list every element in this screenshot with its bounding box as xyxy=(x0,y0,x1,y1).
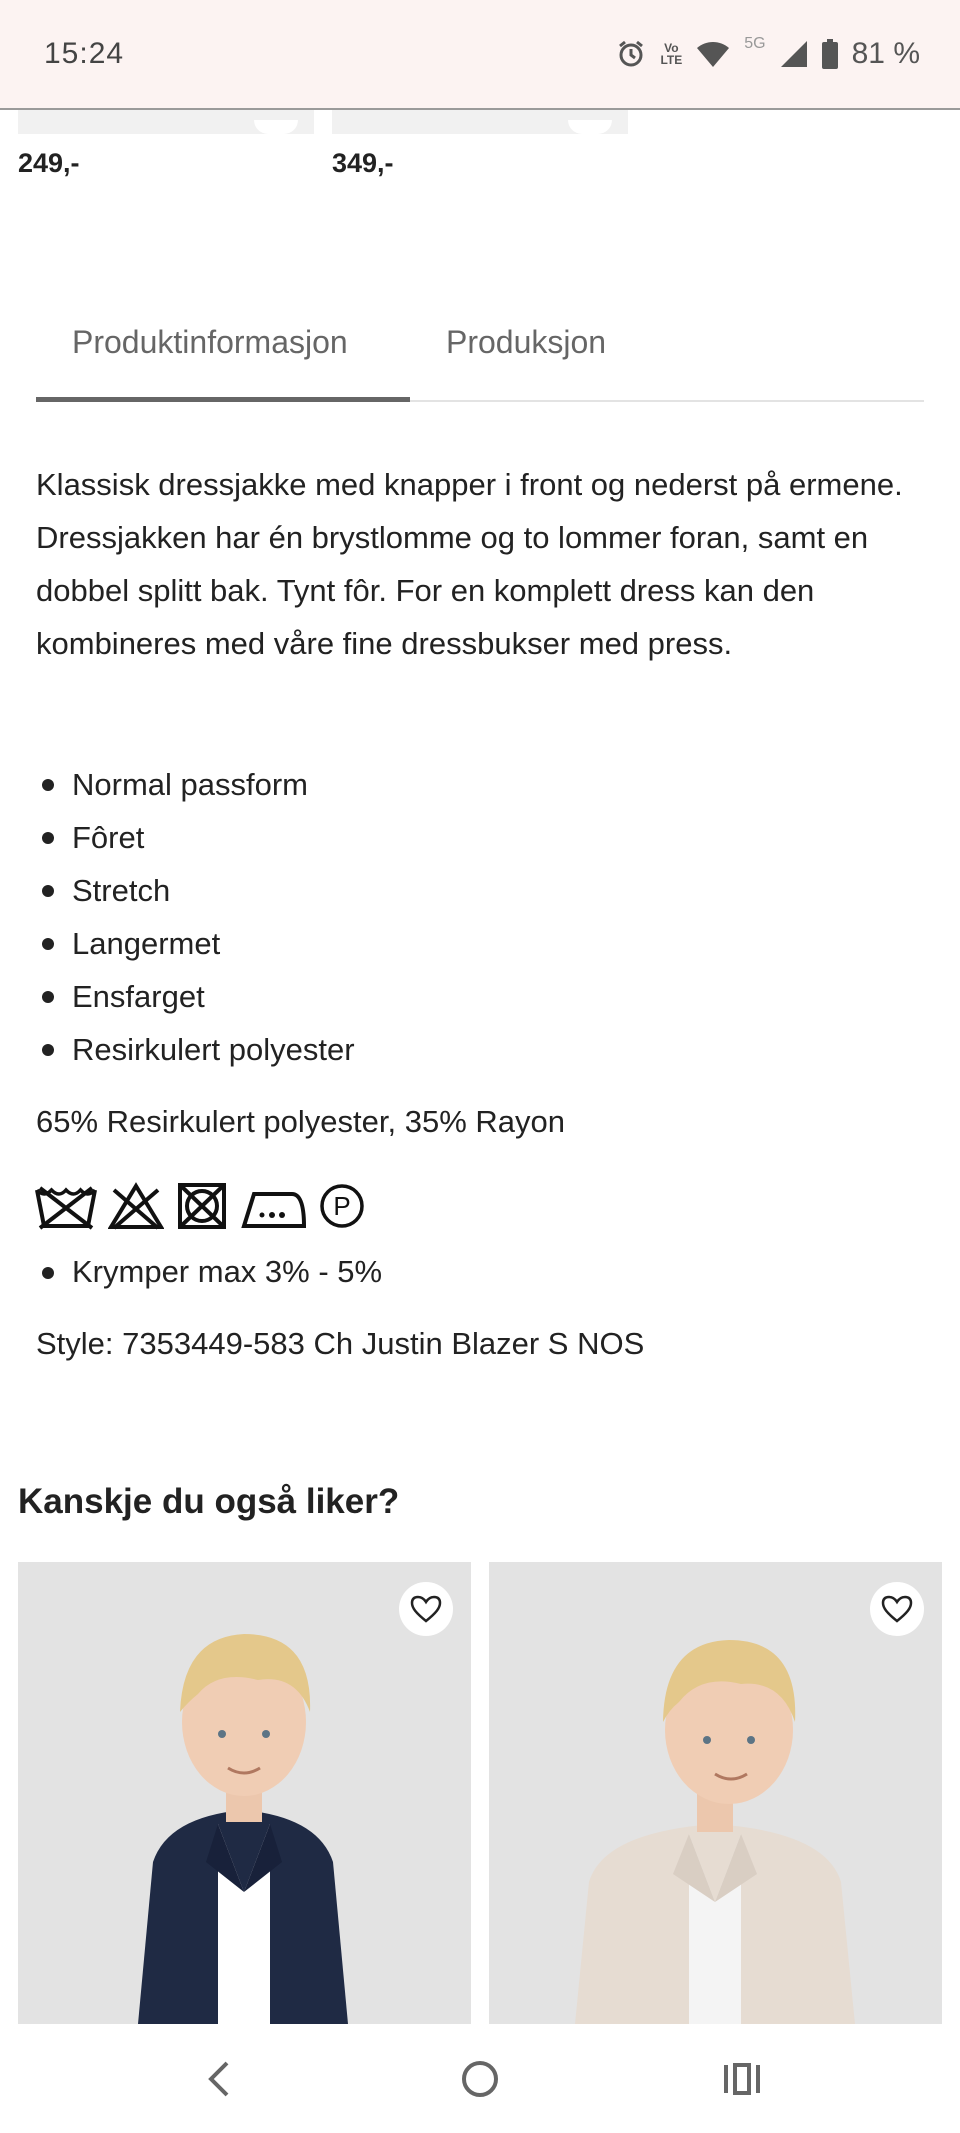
no-tumble-dry-icon xyxy=(174,1182,230,1230)
heart-icon xyxy=(881,1595,913,1623)
no-bleach-icon xyxy=(108,1182,164,1230)
top-product-image-1[interactable] xyxy=(18,110,314,134)
list-item: Normal passform xyxy=(36,758,355,811)
product-image xyxy=(18,1562,471,2024)
list-item: Ensfarget xyxy=(36,970,355,1023)
favorite-button-stub[interactable] xyxy=(254,120,298,134)
favorite-button-stub[interactable] xyxy=(568,120,612,134)
style-number: Style: 7353449-583 Ch Justin Blazer S NO… xyxy=(36,1326,645,1361)
alarm-icon xyxy=(616,39,646,69)
recents-icon xyxy=(724,2063,760,2095)
svg-text:P: P xyxy=(333,1191,350,1221)
top-product-price-2[interactable]: 349,- xyxy=(332,148,394,179)
home-button[interactable] xyxy=(450,2054,510,2104)
tab-produktinformasjon[interactable]: Produktinformasjon xyxy=(72,324,348,361)
iron-low-icon xyxy=(240,1182,308,1230)
signal-icon xyxy=(780,40,808,68)
dry-clean-p-icon: P xyxy=(318,1182,366,1230)
list-item: Stretch xyxy=(36,864,355,917)
battery-percent: 81 % xyxy=(851,37,920,70)
favorite-button[interactable] xyxy=(870,1582,924,1636)
volte-icon: Vo LTE xyxy=(660,41,683,67)
active-tab-indicator xyxy=(36,397,410,402)
back-button[interactable] xyxy=(188,2054,248,2104)
list-item: Langermet xyxy=(36,917,355,970)
status-bar: 15:24 Vo LTE 5G 81 % xyxy=(0,0,960,110)
top-product-price-1[interactable]: 249,- xyxy=(18,148,80,179)
care-notes-list: Krymper max 3% - 5% xyxy=(36,1250,382,1294)
heart-icon xyxy=(410,1595,442,1623)
status-time: 15:24 xyxy=(44,37,125,70)
care-instructions: P xyxy=(34,1182,366,1230)
network-type: 5G xyxy=(744,35,766,52)
recommendations-title: Kanskje du også liker? xyxy=(18,1482,400,1521)
material-composition: 65% Resirkulert polyester, 35% Rayon xyxy=(36,1104,565,1139)
battery-icon xyxy=(821,39,838,69)
status-icons: Vo LTE 5G 81 % xyxy=(616,35,920,71)
recents-button[interactable] xyxy=(712,2054,772,2104)
product-card-navy-blazer[interactable] xyxy=(18,1562,471,2024)
system-nav-bar xyxy=(0,2024,960,2133)
favorite-button[interactable] xyxy=(399,1582,453,1636)
tab-produksjon[interactable]: Produksjon xyxy=(446,324,606,361)
product-card-beige-blazer[interactable] xyxy=(489,1562,942,2024)
no-wash-icon xyxy=(34,1182,98,1230)
product-description: Klassisk dressjakke med knapper i front … xyxy=(36,467,903,661)
back-icon xyxy=(208,2061,229,2097)
top-product-image-2[interactable] xyxy=(332,110,628,134)
product-image xyxy=(489,1562,942,2024)
home-icon xyxy=(462,2061,498,2097)
list-item: Krymper max 3% - 5% xyxy=(36,1250,382,1294)
feature-list: Normal passform Fôret Stretch Langermet … xyxy=(36,758,355,1076)
wifi-icon xyxy=(696,40,730,68)
list-item: Resirkulert polyester xyxy=(36,1023,355,1076)
list-item: Fôret xyxy=(36,811,355,864)
product-tabs: Produktinformasjon Produksjon xyxy=(36,318,924,402)
